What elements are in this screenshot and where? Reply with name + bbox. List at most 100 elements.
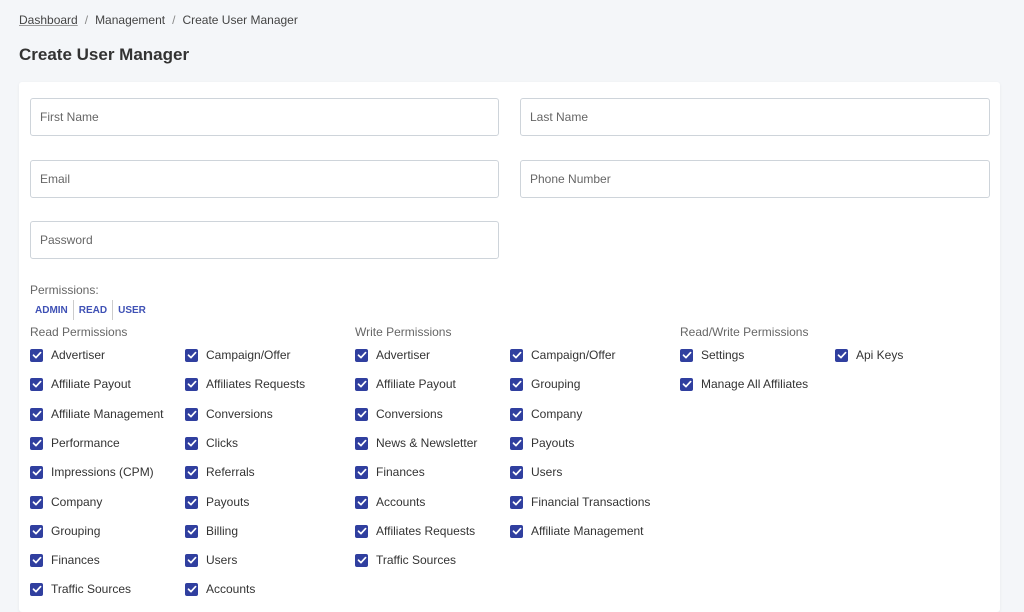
checkbox-checked-icon[interactable] bbox=[30, 495, 43, 509]
checkbox-checked-icon[interactable] bbox=[185, 377, 198, 391]
write-permissions-checkbox-traffic-sources[interactable]: Traffic Sources bbox=[355, 552, 456, 568]
breadcrumb-dashboard-link[interactable]: Dashboard bbox=[19, 13, 78, 27]
checkbox-label: Affiliates Requests bbox=[206, 377, 306, 391]
write-permissions-checkbox-advertiser[interactable]: Advertiser bbox=[355, 347, 430, 363]
checkbox-checked-icon[interactable] bbox=[30, 524, 43, 538]
write-permissions-checkbox-company[interactable]: Company bbox=[510, 406, 582, 422]
write-permissions-checkbox-affiliate-management[interactable]: Affiliate Management bbox=[510, 523, 644, 539]
checkbox-label: Traffic Sources bbox=[376, 553, 457, 567]
checkbox-label: Users bbox=[206, 553, 238, 567]
checkbox-checked-icon[interactable] bbox=[185, 553, 198, 567]
checkbox-checked-icon[interactable] bbox=[30, 407, 43, 421]
checkbox-checked-icon[interactable] bbox=[185, 348, 198, 362]
read-permissions-checkbox-campaign-offer[interactable]: Campaign/Offer bbox=[185, 347, 291, 363]
checkbox-checked-icon[interactable] bbox=[185, 407, 198, 421]
write-permissions-checkbox-affiliate-payout[interactable]: Affiliate Payout bbox=[355, 376, 456, 392]
email-input[interactable] bbox=[30, 160, 499, 198]
read-permissions-checkbox-traffic-sources[interactable]: Traffic Sources bbox=[30, 581, 131, 597]
checkbox-checked-icon[interactable] bbox=[185, 436, 198, 450]
checkbox-checked-icon[interactable] bbox=[185, 582, 198, 596]
read-permissions-checkbox-company[interactable]: Company bbox=[30, 494, 102, 510]
checkbox-checked-icon[interactable] bbox=[30, 377, 43, 391]
checkbox-checked-icon[interactable] bbox=[185, 495, 198, 509]
last-name-input[interactable] bbox=[520, 98, 990, 136]
checkbox-label: Payouts bbox=[206, 495, 250, 509]
read-write-permissions-checkbox-api-keys[interactable]: Api Keys bbox=[835, 347, 903, 363]
read-write-permissions-checkbox-manage-all-affiliates[interactable]: Manage All Affiliates bbox=[680, 376, 808, 392]
checkbox-label: Impressions (CPM) bbox=[51, 465, 154, 479]
checkbox-checked-icon[interactable] bbox=[30, 465, 43, 479]
read-permissions-checkbox-clicks[interactable]: Clicks bbox=[185, 435, 238, 451]
checkbox-label: Finances bbox=[376, 465, 425, 479]
write-permissions-checkbox-news-newsletter[interactable]: News & Newsletter bbox=[355, 435, 477, 451]
checkbox-checked-icon[interactable] bbox=[30, 348, 43, 362]
password-input[interactable] bbox=[30, 221, 499, 259]
checkbox-label: Accounts bbox=[206, 582, 256, 596]
role-user-button[interactable]: USER bbox=[113, 300, 151, 320]
write-permissions-checkbox-affiliates-requests[interactable]: Affiliates Requests bbox=[355, 523, 475, 539]
read-permissions-checkbox-finances[interactable]: Finances bbox=[30, 552, 100, 568]
checkbox-checked-icon[interactable] bbox=[355, 348, 368, 362]
checkbox-label: Referrals bbox=[206, 465, 255, 479]
read-permissions-checkbox-billing[interactable]: Billing bbox=[185, 523, 238, 539]
read-permissions-checkbox-referrals[interactable]: Referrals bbox=[185, 464, 255, 480]
checkbox-checked-icon[interactable] bbox=[510, 377, 523, 391]
breadcrumb-separator: / bbox=[84, 13, 89, 27]
write-permissions-checkbox-accounts[interactable]: Accounts bbox=[355, 494, 425, 510]
checkbox-checked-icon[interactable] bbox=[510, 495, 523, 509]
first-name-input[interactable] bbox=[30, 98, 499, 136]
write-permissions-checkbox-grouping[interactable]: Grouping bbox=[510, 376, 580, 392]
checkbox-label: Payouts bbox=[531, 436, 575, 450]
checkbox-checked-icon[interactable] bbox=[30, 582, 43, 596]
checkbox-label: Conversions bbox=[376, 407, 443, 421]
read-write-permissions-checkbox-settings[interactable]: Settings bbox=[680, 347, 744, 363]
checkbox-checked-icon[interactable] bbox=[30, 436, 43, 450]
checkbox-checked-icon[interactable] bbox=[510, 348, 523, 362]
checkbox-checked-icon[interactable] bbox=[510, 524, 523, 538]
write-permissions-checkbox-campaign-offer[interactable]: Campaign/Offer bbox=[510, 347, 616, 363]
checkbox-checked-icon[interactable] bbox=[355, 495, 368, 509]
role-admin-button[interactable]: ADMIN bbox=[30, 300, 74, 320]
checkbox-checked-icon[interactable] bbox=[510, 436, 523, 450]
write-permissions-checkbox-financial-transactions[interactable]: Financial Transactions bbox=[510, 494, 650, 510]
write-permissions-checkbox-payouts[interactable]: Payouts bbox=[510, 435, 574, 451]
read-permissions-checkbox-affiliates-requests[interactable]: Affiliates Requests bbox=[185, 376, 305, 392]
checkbox-checked-icon[interactable] bbox=[355, 524, 368, 538]
checkbox-checked-icon[interactable] bbox=[355, 436, 368, 450]
checkbox-checked-icon[interactable] bbox=[30, 553, 43, 567]
read-permissions-checkbox-performance[interactable]: Performance bbox=[30, 435, 120, 451]
role-read-button[interactable]: READ bbox=[74, 300, 114, 320]
checkbox-checked-icon[interactable] bbox=[835, 348, 848, 362]
write-permissions-checkbox-users[interactable]: Users bbox=[510, 464, 562, 480]
checkbox-label: News & Newsletter bbox=[376, 436, 478, 450]
checkbox-checked-icon[interactable] bbox=[680, 377, 693, 391]
permissions-label: Permissions: bbox=[30, 283, 99, 297]
checkbox-checked-icon[interactable] bbox=[355, 377, 368, 391]
read-permissions-checkbox-accounts[interactable]: Accounts bbox=[185, 581, 255, 597]
checkbox-label: Accounts bbox=[376, 495, 426, 509]
checkbox-checked-icon[interactable] bbox=[680, 348, 693, 362]
read-permissions-checkbox-affiliate-management[interactable]: Affiliate Management bbox=[30, 406, 164, 422]
read-permissions-checkbox-grouping[interactable]: Grouping bbox=[30, 523, 100, 539]
checkbox-checked-icon[interactable] bbox=[185, 465, 198, 479]
breadcrumb-management[interactable]: Management bbox=[95, 13, 165, 27]
checkbox-checked-icon[interactable] bbox=[355, 465, 368, 479]
checkbox-label: Campaign/Offer bbox=[206, 348, 291, 362]
read-permissions-checkbox-users[interactable]: Users bbox=[185, 552, 237, 568]
read-permissions-checkbox-impressions-cpm[interactable]: Impressions (CPM) bbox=[30, 464, 154, 480]
checkbox-checked-icon[interactable] bbox=[510, 465, 523, 479]
read-permissions-checkbox-payouts[interactable]: Payouts bbox=[185, 494, 249, 510]
phone-number-input[interactable] bbox=[520, 160, 990, 198]
checkbox-label: Users bbox=[531, 465, 563, 479]
checkbox-checked-icon[interactable] bbox=[355, 407, 368, 421]
write-permissions-checkbox-conversions[interactable]: Conversions bbox=[355, 406, 443, 422]
read-permissions-checkbox-conversions[interactable]: Conversions bbox=[185, 406, 273, 422]
checkbox-checked-icon[interactable] bbox=[185, 524, 198, 538]
read-permissions-checkbox-affiliate-payout[interactable]: Affiliate Payout bbox=[30, 376, 131, 392]
write-permissions-checkbox-finances[interactable]: Finances bbox=[355, 464, 425, 480]
checkbox-label: Billing bbox=[206, 524, 239, 538]
read-permissions-checkbox-advertiser[interactable]: Advertiser bbox=[30, 347, 105, 363]
checkbox-checked-icon[interactable] bbox=[355, 553, 368, 567]
checkbox-checked-icon[interactable] bbox=[510, 407, 523, 421]
write-permissions-heading: Write Permissions bbox=[355, 325, 452, 339]
